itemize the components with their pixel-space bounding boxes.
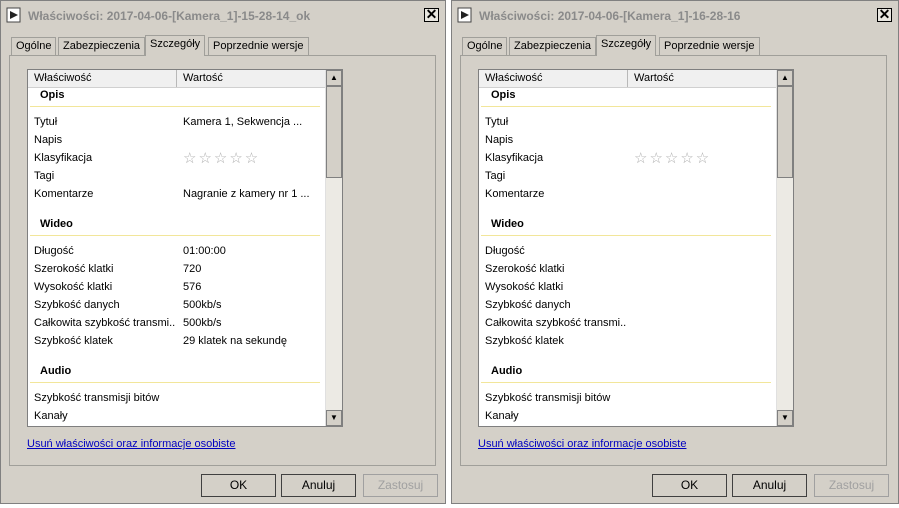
tab-general[interactable]: Ogólne xyxy=(11,37,57,55)
property-label-length[interactable]: Długość xyxy=(485,245,627,257)
video-file-icon xyxy=(6,7,21,23)
title-bar[interactable]: Właściwości: 2017-04-06-[Kamera_1]-16-28… xyxy=(452,1,898,31)
list-header: Właściwość Wartość xyxy=(479,70,776,88)
list-header: Właściwość Wartość xyxy=(28,70,325,88)
cancel-button[interactable]: Anuluj xyxy=(281,474,356,497)
property-label-tags[interactable]: Tagi xyxy=(34,170,176,182)
property-label-rating[interactable]: Klasyfikacja xyxy=(485,152,627,164)
tab-security[interactable]: Zabezpieczenia xyxy=(509,37,597,55)
column-divider[interactable] xyxy=(627,70,628,87)
column-header-value[interactable]: Wartość xyxy=(183,72,223,84)
window-title: Właściwości: 2017-04-06-[Kamera_1]-16-28… xyxy=(479,9,741,23)
ok-button[interactable]: OK xyxy=(652,474,727,497)
column-header-value[interactable]: Wartość xyxy=(634,72,674,84)
scroll-up-arrow-icon[interactable]: ▲ xyxy=(777,70,793,86)
group-divider xyxy=(481,382,771,383)
list-rows: Opis Tytuł Kamera 1, Sekwencja ... Napis… xyxy=(28,87,325,426)
group-header-opis: Opis xyxy=(40,89,65,101)
property-value-length[interactable]: 01:00:00 xyxy=(183,245,226,257)
property-value-data-rate[interactable]: 500kb/s xyxy=(183,299,222,311)
video-file-icon xyxy=(457,7,472,23)
property-label-channels[interactable]: Kanały xyxy=(485,410,627,422)
title-bar[interactable]: Właściwości: 2017-04-06-[Kamera_1]-15-28… xyxy=(1,1,445,31)
properties-dialog-1: Właściwości: 2017-04-06-[Kamera_1]-15-28… xyxy=(0,0,446,504)
property-value-total-bitrate[interactable]: 500kb/s xyxy=(183,317,222,329)
properties-dialog-2: Właściwości: 2017-04-06-[Kamera_1]-16-28… xyxy=(451,0,899,504)
group-header-wideo: Wideo xyxy=(491,218,524,230)
remove-properties-link[interactable]: Usuń właściwości oraz informacje osobist… xyxy=(478,438,686,450)
property-label-title[interactable]: Tytuł xyxy=(34,116,176,128)
property-value-comments[interactable]: Nagranie z kamery nr 1 ... xyxy=(183,188,310,200)
property-label-rating[interactable]: Klasyfikacja xyxy=(34,152,176,164)
group-header-wideo: Wideo xyxy=(40,218,73,230)
group-divider xyxy=(481,106,771,107)
property-label-bitrate[interactable]: Szybkość transmisji bitów xyxy=(34,392,176,404)
group-header-audio: Audio xyxy=(491,365,523,377)
property-label-frame-width[interactable]: Szerokość klatki xyxy=(34,263,176,275)
cancel-button[interactable]: Anuluj xyxy=(732,474,807,497)
property-label-bitrate[interactable]: Szybkość transmisji bitów xyxy=(485,392,627,404)
apply-button[interactable]: Zastosuj xyxy=(363,474,438,497)
group-divider xyxy=(481,235,771,236)
scroll-down-arrow-icon[interactable]: ▼ xyxy=(326,410,342,426)
scroll-thumb[interactable] xyxy=(777,86,793,178)
group-header-audio: Audio xyxy=(40,365,72,377)
property-label-comments[interactable]: Komentarze xyxy=(34,188,176,200)
scroll-down-arrow-icon[interactable]: ▼ xyxy=(777,410,793,426)
property-label-frame-height[interactable]: Wysokość klatki xyxy=(34,281,176,293)
property-label-data-rate[interactable]: Szybkość danych xyxy=(34,299,176,311)
close-button[interactable]: ✕ xyxy=(424,7,439,22)
property-label-total-bitrate[interactable]: Całkowita szybkość transmi... xyxy=(485,317,627,329)
ok-button[interactable]: OK xyxy=(201,474,276,497)
group-divider xyxy=(30,106,320,107)
scroll-thumb[interactable] xyxy=(326,86,342,178)
vertical-scrollbar[interactable]: ▲ ▼ xyxy=(776,70,793,426)
rating-stars[interactable]: ☆☆☆☆☆ xyxy=(183,149,260,167)
property-value-frame-rate[interactable]: 29 klatek na sekundę xyxy=(183,335,287,347)
group-divider xyxy=(30,382,320,383)
list-rows: Opis Tytuł Napis Klasyfikacja ☆☆☆☆☆ Tagi… xyxy=(479,87,776,426)
remove-properties-link[interactable]: Usuń właściwości oraz informacje osobist… xyxy=(27,438,235,450)
tab-security[interactable]: Zabezpieczenia xyxy=(58,37,146,55)
property-label-caption[interactable]: Napis xyxy=(34,134,176,146)
tab-details[interactable]: Szczegóły xyxy=(145,35,206,56)
tab-previous-versions[interactable]: Poprzednie wersje xyxy=(208,37,309,55)
column-header-property[interactable]: Właściwość xyxy=(34,72,91,84)
details-panel: Właściwość Wartość Opis Tytuł Napis Klas… xyxy=(460,55,887,466)
close-button[interactable]: ✕ xyxy=(877,7,892,22)
property-value-frame-height[interactable]: 576 xyxy=(183,281,201,293)
tab-previous-versions[interactable]: Poprzednie wersje xyxy=(659,37,760,55)
property-label-data-rate[interactable]: Szybkość danych xyxy=(485,299,627,311)
rating-stars[interactable]: ☆☆☆☆☆ xyxy=(634,149,711,167)
tab-general[interactable]: Ogólne xyxy=(462,37,508,55)
window-title: Właściwości: 2017-04-06-[Kamera_1]-15-28… xyxy=(28,9,311,23)
tab-details[interactable]: Szczegóły xyxy=(596,35,657,56)
details-panel: Właściwość Wartość Opis Tytuł Kamera 1, … xyxy=(9,55,436,466)
property-list[interactable]: Właściwość Wartość Opis Tytuł Napis Klas… xyxy=(478,69,794,427)
property-label-frame-rate[interactable]: Szybkość klatek xyxy=(485,335,627,347)
property-list[interactable]: Właściwość Wartość Opis Tytuł Kamera 1, … xyxy=(27,69,343,427)
property-value-frame-width[interactable]: 720 xyxy=(183,263,201,275)
column-header-property[interactable]: Właściwość xyxy=(485,72,542,84)
group-header-opis: Opis xyxy=(491,89,516,101)
scroll-up-arrow-icon[interactable]: ▲ xyxy=(326,70,342,86)
property-label-comments[interactable]: Komentarze xyxy=(485,188,627,200)
property-label-tags[interactable]: Tagi xyxy=(485,170,627,182)
property-label-frame-height[interactable]: Wysokość klatki xyxy=(485,281,627,293)
property-label-length[interactable]: Długość xyxy=(34,245,176,257)
vertical-scrollbar[interactable]: ▲ ▼ xyxy=(325,70,342,426)
apply-button[interactable]: Zastosuj xyxy=(814,474,889,497)
property-value-title[interactable]: Kamera 1, Sekwencja ... xyxy=(183,116,302,128)
property-label-frame-rate[interactable]: Szybkość klatek xyxy=(34,335,176,347)
property-label-total-bitrate[interactable]: Całkowita szybkość transmi... xyxy=(34,317,176,329)
column-divider[interactable] xyxy=(176,70,177,87)
property-label-channels[interactable]: Kanały xyxy=(34,410,176,422)
property-label-frame-width[interactable]: Szerokość klatki xyxy=(485,263,627,275)
property-label-caption[interactable]: Napis xyxy=(485,134,627,146)
property-label-title[interactable]: Tytuł xyxy=(485,116,627,128)
group-divider xyxy=(30,235,320,236)
